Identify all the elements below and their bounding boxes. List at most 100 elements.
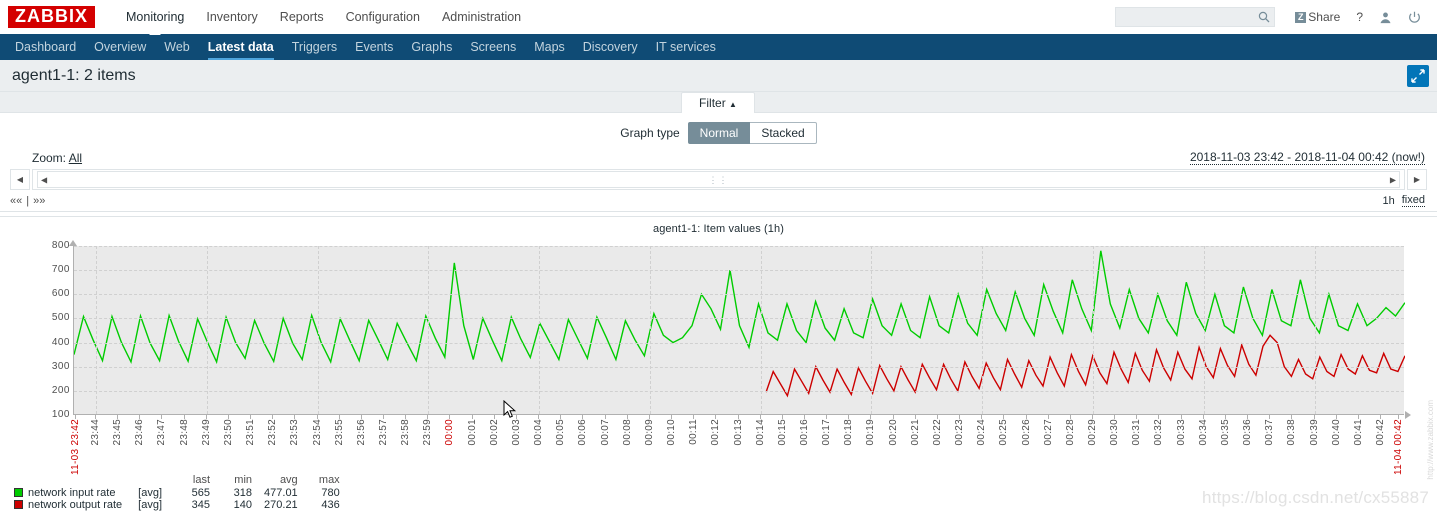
x-axis-tick-label: 00:35 — [1219, 419, 1231, 446]
legend-last: 345 — [191, 499, 211, 511]
x-axis-tick — [936, 415, 938, 419]
x-axis-tick — [1202, 415, 1204, 419]
menu-item-administration[interactable]: Administration — [431, 0, 532, 34]
slider-track[interactable]: ◀ ⋮⋮ ▶ — [32, 169, 1405, 190]
x-axis-tick — [1069, 415, 1071, 419]
menu-item-inventory[interactable]: Inventory — [195, 0, 268, 34]
x-axis-tick — [1003, 415, 1005, 419]
time-slider[interactable]: ◀ ◀ ⋮⋮ ▶ ▶ — [10, 169, 1427, 190]
zabbix-logo[interactable]: ZABBIX — [8, 6, 95, 28]
gridline-vertical — [96, 246, 97, 414]
slider-scroll-left-button[interactable]: ◀ — [10, 169, 30, 190]
global-search[interactable] — [1115, 7, 1276, 27]
x-axis-tick-label: 23:51 — [245, 419, 257, 446]
time-selector-bottom-row: «« | »» 1h fixed — [10, 190, 1427, 207]
filter-tab[interactable]: Filter ▲ — [681, 92, 755, 113]
main-menu: Monitoring Inventory Reports Configurati… — [115, 0, 532, 35]
legend-min: 140 — [233, 499, 253, 511]
x-axis-tick-label: 00:34 — [1197, 419, 1209, 446]
x-axis-tick-label: 00:03 — [510, 419, 522, 446]
time-next-button[interactable]: »» — [33, 195, 45, 207]
user-profile-button[interactable] — [1371, 11, 1400, 24]
x-axis-tick — [803, 415, 805, 419]
subnav-item-events[interactable]: Events — [346, 34, 402, 60]
share-button[interactable]: Z Share — [1287, 10, 1348, 24]
user-icon — [1380, 11, 1391, 23]
x-axis-tick — [205, 415, 207, 419]
subnav-item-triggers[interactable]: Triggers — [283, 34, 346, 60]
x-axis-tick-label: 00:36 — [1242, 419, 1254, 446]
x-axis-tick — [471, 415, 473, 419]
x-axis-tick — [161, 415, 163, 419]
subnav-item-web[interactable]: Web — [155, 34, 198, 60]
legend-color-swatch — [14, 500, 23, 509]
x-axis-tick-label: 00:42 — [1375, 419, 1386, 446]
kiosk-mode-button[interactable] — [1407, 65, 1429, 87]
x-axis-tick — [648, 415, 650, 419]
time-prev-button[interactable]: «« — [10, 195, 22, 207]
gridline-vertical — [982, 246, 984, 414]
x-axis-tick — [1047, 415, 1049, 419]
subnav-item-discovery[interactable]: Discovery — [574, 34, 647, 60]
x-axis-tick — [360, 415, 362, 419]
plot-area[interactable] — [73, 246, 1405, 415]
slider-scroll-right-button[interactable]: ▶ — [1407, 169, 1427, 190]
x-axis-tick-label: 23:59 — [422, 419, 434, 446]
x-axis-tick-label: 00:30 — [1109, 419, 1121, 446]
zoom-all-link[interactable]: All — [69, 151, 82, 165]
time-range-link[interactable]: 2018-11-03 23:42 - 2018-11-04 00:42 (now… — [1189, 150, 1425, 165]
graph-type-normal-button[interactable]: Normal — [687, 122, 751, 144]
sign-out-button[interactable] — [1400, 11, 1429, 24]
x-axis-edge-label: 11-04 00:42 — [1393, 419, 1404, 475]
time-period-group: 1h fixed — [1383, 194, 1425, 207]
blog-watermark: https://blog.csdn.net/cx55887 — [1202, 488, 1429, 507]
x-axis-tick — [1158, 415, 1160, 419]
time-selector: Zoom: All 2018-11-03 23:42 - 2018-11-04 … — [0, 144, 1437, 211]
graph-type-stacked-button[interactable]: Stacked — [750, 122, 817, 144]
help-button[interactable]: ? — [1348, 10, 1371, 24]
chevron-up-icon: ▲ — [729, 100, 737, 109]
subnav-item-screens[interactable]: Screens — [461, 34, 525, 60]
x-axis-tick — [826, 415, 828, 419]
graph-title: agent1-1: Item values (1h) — [652, 223, 784, 235]
search-input[interactable] — [1116, 8, 1255, 26]
menu-item-configuration[interactable]: Configuration — [335, 0, 431, 34]
slider-left-handle[interactable]: ◀ — [41, 175, 47, 184]
gridline-vertical — [1314, 246, 1316, 414]
x-axis-tick — [781, 415, 783, 419]
x-axis-tick-label: 23:48 — [178, 419, 190, 446]
time-fixed-link[interactable]: fixed — [1401, 194, 1425, 207]
x-axis-tick-label: 00:39 — [1308, 419, 1320, 446]
x-axis-tick — [493, 415, 495, 419]
x-axis-tick-label: 00:16 — [798, 419, 810, 446]
slider-selection[interactable]: ◀ ⋮⋮ ▶ — [37, 171, 1400, 188]
x-axis-tick-label: 00:12 — [710, 419, 722, 446]
y-axis-tick-label: 600 — [51, 288, 70, 300]
x-axis-tick-label: 00:31 — [1131, 419, 1143, 446]
legend-series-name: network input rate — [28, 487, 116, 499]
slider-grip-icon[interactable]: ⋮⋮ — [709, 175, 729, 184]
menu-item-reports[interactable]: Reports — [269, 0, 335, 34]
y-axis-tick-label: 300 — [51, 360, 70, 372]
gridline-vertical — [206, 246, 208, 414]
menu-item-monitoring[interactable]: Monitoring — [115, 0, 195, 35]
y-axis-tick-label: 200 — [51, 384, 70, 396]
gridline-vertical — [649, 246, 651, 414]
subnav-item-graphs[interactable]: Graphs — [402, 34, 461, 60]
slider-right-handle[interactable]: ▶ — [1390, 175, 1396, 184]
subnav-item-maps[interactable]: Maps — [525, 34, 574, 60]
legend-header-row: last min avg max — [14, 474, 352, 487]
gridline-vertical — [317, 246, 319, 414]
subnav-item-latest-data[interactable]: Latest data — [199, 34, 283, 60]
subnav-item-overview[interactable]: Overview — [85, 34, 155, 60]
x-axis-tick — [383, 415, 385, 419]
legend-header-spacer — [14, 474, 138, 487]
x-axis-tick-label: 00:02 — [488, 419, 500, 446]
x-axis-tick-label: 00:05 — [555, 419, 567, 446]
x-axis-tick — [183, 415, 185, 419]
x-axis-tick — [759, 415, 761, 419]
subnav-item-dashboard[interactable]: Dashboard — [6, 34, 85, 60]
x-axis-edge-label: 11-03 23:42 — [70, 419, 81, 475]
gridline-vertical — [539, 246, 541, 414]
subnav-item-it-services[interactable]: IT services — [647, 34, 725, 60]
